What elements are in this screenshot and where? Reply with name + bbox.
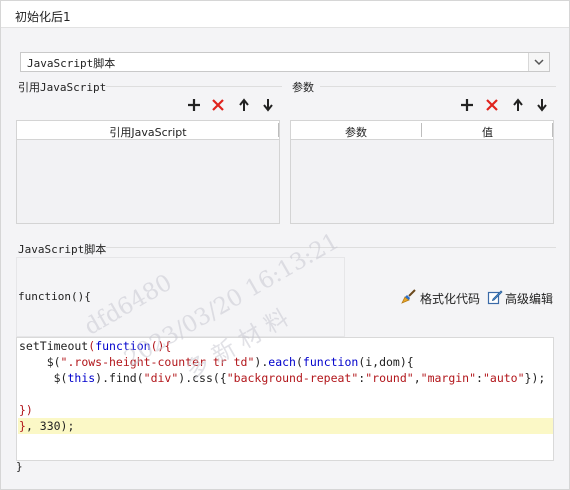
params-divider	[320, 86, 556, 87]
current-line-highlight	[18, 418, 553, 434]
column-header-param[interactable]: 参数	[291, 124, 421, 140]
title-bar: 初始化后1	[1, 1, 569, 28]
table-header: 引用JavaScript	[17, 121, 279, 140]
code-token: ).	[254, 355, 269, 369]
code-token: });	[524, 371, 546, 385]
code-token: function	[302, 355, 359, 369]
chevron-down-icon[interactable]	[528, 53, 549, 71]
move-down-icon[interactable]	[535, 98, 549, 112]
code-token: , 330);	[25, 419, 75, 433]
code-token: setTimeout	[19, 339, 89, 353]
column-divider	[552, 123, 553, 137]
code-token: (i,dom){	[358, 355, 414, 369]
table-header: 参数 值	[291, 121, 553, 140]
code-token: "div"	[143, 371, 179, 385]
code-line: }, 330);	[19, 419, 74, 433]
ref-js-divider	[106, 86, 282, 87]
code-function-head: function(){	[18, 290, 91, 303]
code-token: ,	[413, 371, 421, 385]
move-down-icon[interactable]	[261, 98, 275, 112]
delete-icon[interactable]	[485, 98, 499, 112]
code-token: (	[295, 355, 303, 369]
move-up-icon[interactable]	[237, 98, 251, 112]
add-icon[interactable]	[460, 98, 474, 112]
add-icon[interactable]	[187, 98, 201, 112]
ref-js-section-label: 引用JavaScript	[18, 81, 107, 94]
edit-icon[interactable]	[487, 289, 503, 305]
format-code-button[interactable]: 格式化代码	[420, 290, 480, 307]
column-divider	[278, 123, 279, 137]
code-token: "background-repeat"	[226, 371, 359, 385]
code-token: ).find(	[95, 371, 144, 385]
code-token: $(	[19, 355, 61, 369]
window-title: 初始化后1	[15, 10, 71, 24]
code-token: "round"	[365, 371, 414, 385]
code-token: :	[476, 371, 483, 385]
code-line: })	[19, 403, 33, 417]
code-token: })	[19, 403, 33, 417]
code-token: this	[67, 371, 96, 385]
code-function-end: }	[16, 460, 23, 473]
code-token: }	[19, 419, 26, 433]
code-editor[interactable]: setTimeout(function(){ $(".rows-height-c…	[16, 337, 554, 461]
move-up-icon[interactable]	[511, 98, 525, 112]
script-section-label: JavaScript脚本	[18, 243, 107, 256]
column-header-ref-js[interactable]: 引用JavaScript	[17, 124, 279, 140]
script-type-value: JavaScript脚本	[27, 57, 116, 70]
delete-icon[interactable]	[211, 98, 225, 112]
advanced-edit-button[interactable]: 高级编辑	[505, 290, 553, 307]
column-header-value[interactable]: 值	[422, 124, 553, 140]
params-table[interactable]: 参数 值	[290, 120, 554, 224]
broom-icon[interactable]	[400, 289, 416, 305]
code-line: $(this).find("div").css({"background-rep…	[19, 371, 546, 385]
code-token: $(	[19, 371, 68, 385]
code-token: "margin"	[420, 371, 477, 385]
params-section-label: 参数	[292, 81, 314, 94]
code-token: each	[268, 355, 296, 369]
ref-js-table[interactable]: 引用JavaScript	[16, 120, 280, 224]
code-token: "auto"	[482, 371, 525, 385]
script-type-select[interactable]: JavaScript脚本	[20, 52, 550, 72]
